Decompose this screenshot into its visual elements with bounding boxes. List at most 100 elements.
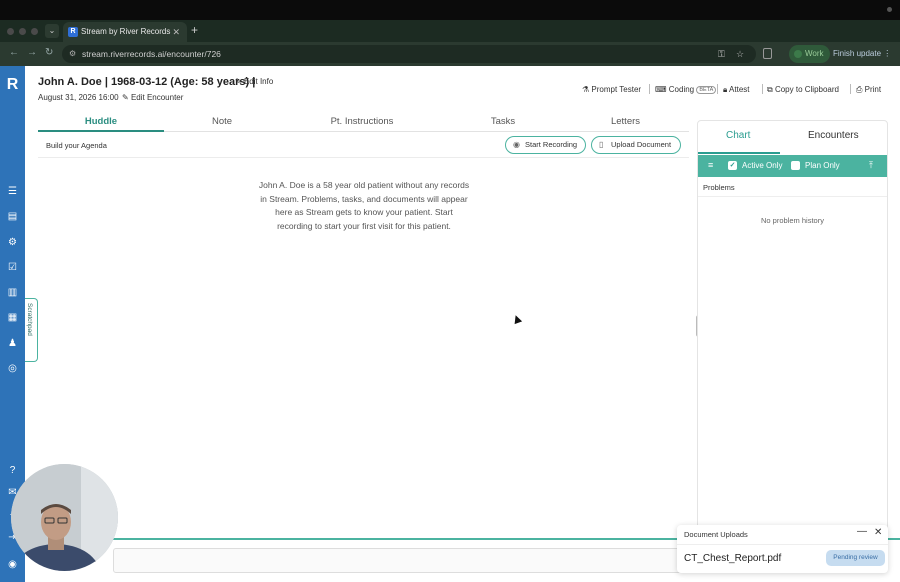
upload-document-label: Upload Document: [611, 140, 672, 149]
print-label: Print: [864, 85, 882, 94]
printer-icon: ⎙: [856, 85, 863, 94]
edit-icon: ✎: [235, 77, 242, 86]
checklist-icon[interactable]: ☑: [6, 261, 19, 274]
prompt-tester-label: Prompt Tester: [591, 85, 642, 94]
users-icon[interactable]: ♟: [6, 337, 19, 350]
attest-button[interactable]: 🔒︎ Attest: [723, 85, 750, 95]
profile-label: Work: [805, 49, 824, 58]
active-tab-indicator: [698, 152, 780, 154]
header-divider: [717, 84, 718, 94]
minimize-icon[interactable]: —: [857, 526, 867, 537]
tab-letters[interactable]: Letters: [562, 114, 689, 132]
pending-review-badge: Pending review: [826, 550, 885, 566]
edit-info-label: Edit Info: [243, 77, 274, 86]
print-button[interactable]: ⎙ Print: [856, 85, 881, 95]
schedule-list-icon[interactable]: ☰: [6, 185, 19, 198]
url-text: stream.riverrecords.ai/encounter/726: [82, 49, 221, 59]
chart-panel: Chart Encounters ≡ ✓ Active Only Plan On…: [697, 120, 888, 540]
extensions-icon[interactable]: [763, 48, 772, 59]
prompt-tester-button[interactable]: ⚗ Prompt Tester: [582, 85, 641, 94]
edit-encounter-label: Edit Encounter: [130, 93, 184, 102]
toast-divider: [677, 544, 888, 545]
active-only-checkbox[interactable]: ✓: [728, 161, 737, 170]
browser-tab-strip: ⌄ R Stream by River Records ✕ +: [0, 20, 900, 42]
window-close-icon[interactable]: [7, 28, 14, 35]
coding-button[interactable]: ⌨ Coding BETA: [655, 85, 717, 94]
filter-bar: ≡ ✓ Active Only Plan Only ⤒: [698, 155, 887, 177]
browser-tab-title: Stream by River Records: [81, 27, 171, 36]
bottom-input-field[interactable]: [113, 548, 733, 573]
encounter-datetime: August 31, 2026 16:00: [38, 93, 119, 102]
address-bar[interactable]: ⚙ stream.riverrecords.ai/encounter/726 ⚿…: [62, 45, 756, 63]
document-uploads-toast: Document Uploads — ✕ CT_Chest_Report.pdf…: [677, 525, 888, 573]
webcam-person-image: [11, 464, 118, 571]
tab-chart[interactable]: Chart: [726, 130, 750, 141]
river-logo-icon[interactable]: R: [4, 76, 21, 93]
filter-icon[interactable]: ≡: [708, 160, 713, 170]
password-key-icon[interactable]: ⚿: [718, 45, 725, 63]
profile-button[interactable]: Work: [789, 45, 830, 63]
header-divider: [762, 84, 763, 94]
window-minimize-icon[interactable]: [19, 28, 26, 35]
record-icon: ◉: [513, 140, 520, 149]
edit-info-button[interactable]: ✎ Edit Info: [235, 77, 273, 86]
document-uploads-title: Document Uploads: [684, 530, 748, 539]
book-icon[interactable]: ▥: [6, 286, 19, 299]
building-icon[interactable]: ▦: [6, 311, 19, 324]
tab-encounters[interactable]: Encounters: [808, 130, 859, 141]
edit-encounter-button[interactable]: ✎ Edit Encounter: [122, 93, 183, 102]
account-icon[interactable]: ◉: [6, 558, 19, 571]
no-problem-history: No problem history: [761, 216, 824, 225]
camera-indicator-icon: [887, 7, 892, 12]
uploaded-file-name[interactable]: CT_Chest_Report.pdf: [684, 553, 781, 564]
start-recording-button[interactable]: ◉ Start Recording: [505, 136, 586, 154]
copy-label: Copy to Clipboard: [774, 85, 839, 94]
upload-document-button[interactable]: ▯ Upload Document: [591, 136, 681, 154]
settings-gear-icon[interactable]: ⚙: [6, 236, 19, 249]
tab-pt-instructions[interactable]: Pt. Instructions: [280, 114, 444, 132]
close-icon[interactable]: ✕: [874, 527, 882, 538]
copy-clipboard-button[interactable]: ⧉ Copy to Clipboard: [767, 85, 839, 95]
finish-update-button[interactable]: Finish update ⋮: [833, 45, 891, 63]
notes-icon[interactable]: ▤: [6, 210, 19, 223]
active-only-label: Active Only: [742, 161, 783, 170]
back-icon[interactable]: ←: [9, 47, 19, 58]
agenda-bar: Build your Agenda ◉ Start Recording ▯ Up…: [38, 133, 689, 158]
problems-header: Problems: [698, 179, 887, 197]
header-divider: [850, 84, 851, 94]
lock-icon: 🔒︎: [723, 85, 728, 94]
beta-badge: BETA: [696, 86, 717, 94]
browser-tab-active[interactable]: R Stream by River Records ✕: [63, 22, 187, 42]
coding-label: Coding: [668, 85, 695, 94]
agenda-title: Build your Agenda: [46, 141, 107, 150]
site-info-icon[interactable]: ⚙: [69, 45, 76, 63]
tab-tasks[interactable]: Tasks: [444, 114, 562, 132]
header-divider: [649, 84, 650, 94]
new-tab-icon[interactable]: +: [191, 23, 198, 37]
plan-only-label: Plan Only: [805, 161, 840, 170]
bookmark-star-icon[interactable]: ☆: [736, 45, 744, 63]
os-menu-bar: [0, 0, 900, 20]
tab-favicon-icon: R: [68, 27, 78, 37]
forward-icon[interactable]: →: [27, 47, 37, 58]
scratchpad-label: Scratchpad: [26, 303, 33, 336]
collapse-icon[interactable]: ⤒: [869, 160, 873, 171]
tab-note[interactable]: Note: [164, 114, 280, 132]
plan-only-checkbox[interactable]: [791, 161, 800, 170]
flask-icon: ⚗: [582, 85, 590, 94]
keyboard-icon: ⌨: [655, 85, 667, 94]
tab-close-icon[interactable]: ✕: [172, 22, 180, 42]
webcam-overlay: [11, 464, 118, 571]
attest-label: Attest: [729, 85, 750, 94]
scratchpad-toggle[interactable]: Scratchpad: [25, 298, 38, 362]
start-recording-label: Start Recording: [525, 140, 578, 149]
edit-icon: ✎: [122, 93, 129, 102]
window-maximize-icon[interactable]: [31, 28, 38, 35]
tab-search-icon[interactable]: ⌄: [45, 24, 59, 38]
tab-huddle[interactable]: Huddle: [38, 114, 164, 132]
help-icon[interactable]: ?: [6, 464, 19, 477]
empty-state-message: John A. Doe is a 58 year old patient wit…: [258, 180, 470, 231]
main-tabs: Huddle Note Pt. Instructions Tasks Lette…: [38, 114, 689, 132]
reload-icon[interactable]: ↻: [45, 47, 53, 58]
search-doc-icon[interactable]: ◎: [6, 362, 19, 375]
